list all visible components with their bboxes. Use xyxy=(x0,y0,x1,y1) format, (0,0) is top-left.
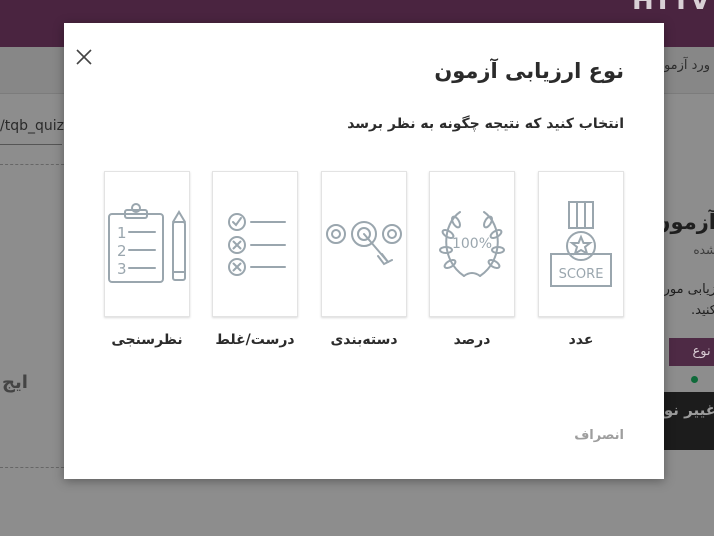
score-icon-text: SCORE xyxy=(559,267,604,282)
evaluation-options: SCORE عدد xyxy=(104,171,625,361)
svg-text:1: 1 xyxy=(117,224,127,242)
option-survey-card[interactable]: 1 2 3 xyxy=(104,171,190,317)
option-number-card[interactable]: SCORE xyxy=(538,171,624,317)
option-number[interactable]: SCORE عدد xyxy=(538,171,624,348)
close-icon xyxy=(76,49,92,65)
option-true-false[interactable]: درست/غلط xyxy=(212,171,298,348)
option-category-card[interactable] xyxy=(321,171,407,317)
quiz-info-subtitle: شده xyxy=(693,243,714,257)
option-number-label: عدد xyxy=(568,332,594,348)
option-percent[interactable]: 100% درصد xyxy=(429,171,515,348)
percent-icon-text: 100% xyxy=(452,236,492,252)
option-survey[interactable]: 1 2 3 نظرسنجی xyxy=(104,171,190,348)
app-header-text: HTTV xyxy=(632,0,710,16)
svg-text:2: 2 xyxy=(117,242,127,260)
checklist-icon xyxy=(228,213,286,276)
score-medal-icon: SCORE xyxy=(550,201,612,287)
option-percent-card[interactable]: 100% xyxy=(429,171,515,317)
option-true-false-card[interactable] xyxy=(212,171,298,317)
quiz-info-desc-2: کنید. xyxy=(691,303,714,318)
status-dot xyxy=(691,376,698,383)
cancel-button[interactable]: انصراف xyxy=(574,428,624,443)
modal-subtitle: انتخاب کنید که نتیجه چگونه به نظر برسد xyxy=(347,116,624,132)
option-true-false-label: درست/غلط xyxy=(215,332,295,348)
url-input-value: /tqb_quiz xyxy=(0,118,64,134)
close-button[interactable] xyxy=(74,47,94,67)
option-category-label: دسته‌بندی xyxy=(330,332,398,348)
modal-title: نوع ارزیابی آزمون xyxy=(434,59,624,83)
quiz-info-desc-1: زیابی مورد xyxy=(657,282,714,297)
svg-text:3: 3 xyxy=(117,260,127,278)
dropzone xyxy=(0,164,64,468)
dropzone-label: ایج xyxy=(2,372,28,393)
option-percent-label: درصد xyxy=(453,332,491,348)
change-type-button[interactable]: ر نوع xyxy=(669,338,714,366)
evaluation-type-modal: نوع ارزیابی آزمون انتخاب کنید که نتیجه چ… xyxy=(64,23,664,479)
percent-wreath-icon: 100% xyxy=(439,211,505,277)
option-category[interactable]: دسته‌بندی xyxy=(321,171,407,348)
clipboard-survey-icon: 1 2 3 xyxy=(108,203,186,283)
target-arrow-icon xyxy=(326,221,402,266)
option-survey-label: نظرسنجی xyxy=(111,332,183,348)
